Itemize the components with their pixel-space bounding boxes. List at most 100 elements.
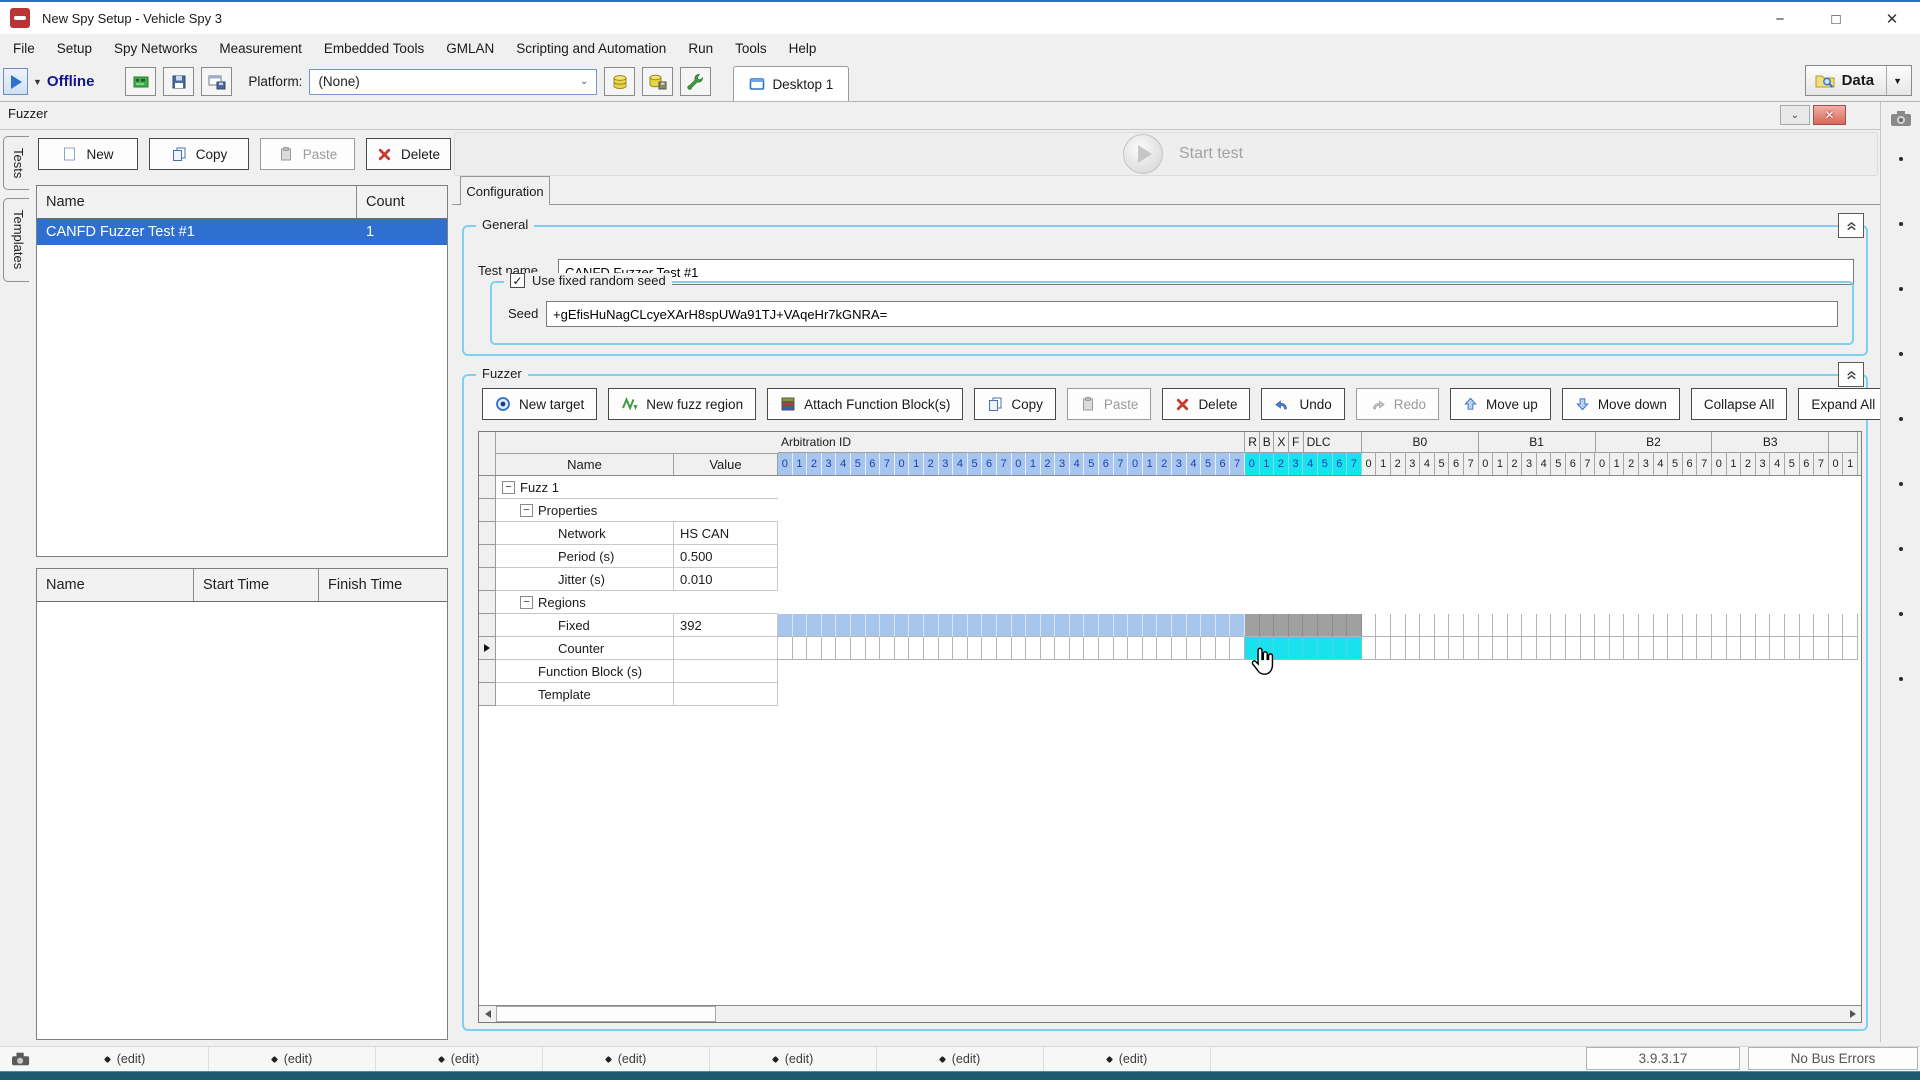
region-bit-cell[interactable] <box>1654 637 1669 660</box>
menu-item-run[interactable]: Run <box>677 34 724 62</box>
column-header-count[interactable]: Count <box>357 186 447 218</box>
collapse-expander-icon[interactable]: − <box>520 504 533 517</box>
region-bit-cell[interactable] <box>1084 614 1099 637</box>
region-bit-cell[interactable] <box>778 614 793 637</box>
region-bit-cell[interactable] <box>1683 614 1698 637</box>
region-bit-cell[interactable] <box>851 614 866 637</box>
region-bit-cell[interactable] <box>1216 614 1231 637</box>
region-bit-cell[interactable] <box>1508 614 1523 637</box>
region-bit-cell[interactable] <box>1201 637 1216 660</box>
region-bit-cell[interactable] <box>866 614 881 637</box>
redo-button[interactable]: Redo <box>1356 388 1439 420</box>
region-bit-cell[interactable] <box>1595 614 1610 637</box>
region-bit-cell[interactable] <box>1391 614 1406 637</box>
region-bit-cell[interactable] <box>1537 614 1552 637</box>
copy-button[interactable]: Copy <box>149 138 249 170</box>
region-bit-cell[interactable] <box>1829 614 1844 637</box>
region-bit-cell[interactable] <box>1347 637 1362 660</box>
menu-item-help[interactable]: Help <box>778 34 828 62</box>
region-bit-cell[interactable] <box>1493 637 1508 660</box>
value-cell[interactable]: 392 <box>674 614 778 637</box>
region-bit-cell[interactable] <box>1041 614 1056 637</box>
region-bit-cell[interactable] <box>1420 637 1435 660</box>
collapse-fuzzer-button[interactable] <box>1838 362 1864 387</box>
region-bit-cell[interactable] <box>1800 637 1815 660</box>
region-bit-cell[interactable] <box>1128 614 1143 637</box>
region-bit-cell[interactable] <box>1172 614 1187 637</box>
region-bit-cell[interactable] <box>1333 614 1348 637</box>
region-bit-cell[interactable] <box>1566 614 1581 637</box>
region-bit-cell[interactable] <box>1756 637 1771 660</box>
grid-row-fuzz-1[interactable]: −Fuzz 1 <box>479 476 1861 499</box>
region-bit-cell[interactable] <box>1449 614 1464 637</box>
region-bit-cell[interactable] <box>1260 614 1275 637</box>
region-bit-cell[interactable] <box>982 637 997 660</box>
region-bit-cell[interactable] <box>1843 614 1858 637</box>
region-bit-cell[interactable] <box>1230 614 1245 637</box>
attach-function-block-s-button[interactable]: Attach Function Block(s) <box>767 388 963 420</box>
region-bit-cell[interactable] <box>1814 614 1829 637</box>
region-bit-cell[interactable] <box>1464 614 1479 637</box>
expand-all-button[interactable]: Expand All <box>1798 388 1888 420</box>
grid-row-counter[interactable]: Counter <box>479 637 1861 660</box>
data-dropdown-chevron-icon[interactable]: ▼ <box>1886 66 1902 95</box>
grid-row-regions[interactable]: −Regions <box>479 591 1861 614</box>
collapse-expander-icon[interactable]: − <box>520 596 533 609</box>
region-bit-cell[interactable] <box>1055 614 1070 637</box>
grid-row-fixed[interactable]: Fixed392 <box>479 614 1861 637</box>
region-bit-cell[interactable] <box>1274 614 1289 637</box>
copy-button[interactable]: Copy <box>974 388 1056 420</box>
region-bit-cell[interactable] <box>1157 637 1172 660</box>
region-bit-cell[interactable] <box>1318 614 1333 637</box>
region-bit-cell[interactable] <box>1143 614 1158 637</box>
minimize-button[interactable]: − <box>1752 2 1808 36</box>
close-button[interactable]: ✕ <box>1864 2 1920 36</box>
region-bit-cell[interactable] <box>1843 637 1858 660</box>
region-bit-cell[interactable] <box>997 637 1012 660</box>
region-bit-cell[interactable] <box>968 637 983 660</box>
database-button[interactable] <box>604 67 635 96</box>
region-bit-cell[interactable] <box>982 614 997 637</box>
region-bit-cell[interactable] <box>880 637 895 660</box>
panel-close-button[interactable]: ✕ <box>1813 105 1846 125</box>
region-bit-cell[interactable] <box>1566 637 1581 660</box>
region-bit-cell[interactable] <box>909 637 924 660</box>
region-bit-cell[interactable] <box>1464 637 1479 660</box>
region-bit-cell[interactable] <box>1785 637 1800 660</box>
region-bit-cell[interactable] <box>1712 637 1727 660</box>
scroll-left-button[interactable] <box>479 1006 496 1022</box>
region-bit-cell[interactable] <box>1727 614 1742 637</box>
value-cell[interactable] <box>674 637 778 660</box>
region-bit-cell[interactable] <box>1114 614 1129 637</box>
region-bit-cell[interactable] <box>1362 637 1377 660</box>
menu-item-setup[interactable]: Setup <box>46 34 103 62</box>
region-bit-cell[interactable] <box>1697 637 1712 660</box>
value-cell[interactable]: 0.010 <box>674 568 778 591</box>
column-header-name[interactable]: Name <box>37 569 194 601</box>
collapse-all-button[interactable]: Collapse All <box>1691 388 1788 420</box>
region-bit-cell[interactable] <box>1055 637 1070 660</box>
region-bit-cell[interactable] <box>1756 614 1771 637</box>
region-bit-cell[interactable] <box>1070 614 1085 637</box>
region-bit-cell[interactable] <box>968 614 983 637</box>
start-test-button[interactable]: Start test <box>454 132 1878 176</box>
region-bit-cell[interactable] <box>1639 637 1654 660</box>
region-bit-cell[interactable] <box>1216 637 1231 660</box>
region-bit-cell[interactable] <box>997 614 1012 637</box>
region-bit-cell[interactable] <box>1026 614 1041 637</box>
status-edit-segment[interactable]: (edit) <box>1044 1047 1211 1072</box>
region-bit-cell[interactable] <box>1683 637 1698 660</box>
new-fuzz-region-button[interactable]: New fuzz region <box>608 388 756 420</box>
region-bit-cell[interactable] <box>807 614 822 637</box>
region-bit-cell[interactable] <box>1741 614 1756 637</box>
region-bit-cell[interactable] <box>1435 637 1450 660</box>
region-bit-cell[interactable] <box>1551 637 1566 660</box>
column-header-name[interactable]: Name <box>37 186 357 218</box>
grid-row-properties[interactable]: −Properties <box>479 499 1861 522</box>
panel-dropdown-button[interactable]: ⌄ <box>1780 105 1810 125</box>
region-bit-cell[interactable] <box>1406 614 1421 637</box>
region-bit-cell[interactable] <box>1624 614 1639 637</box>
region-bit-cell[interactable] <box>866 637 881 660</box>
region-bit-cell[interactable] <box>778 637 793 660</box>
hardware-button[interactable] <box>125 67 156 96</box>
